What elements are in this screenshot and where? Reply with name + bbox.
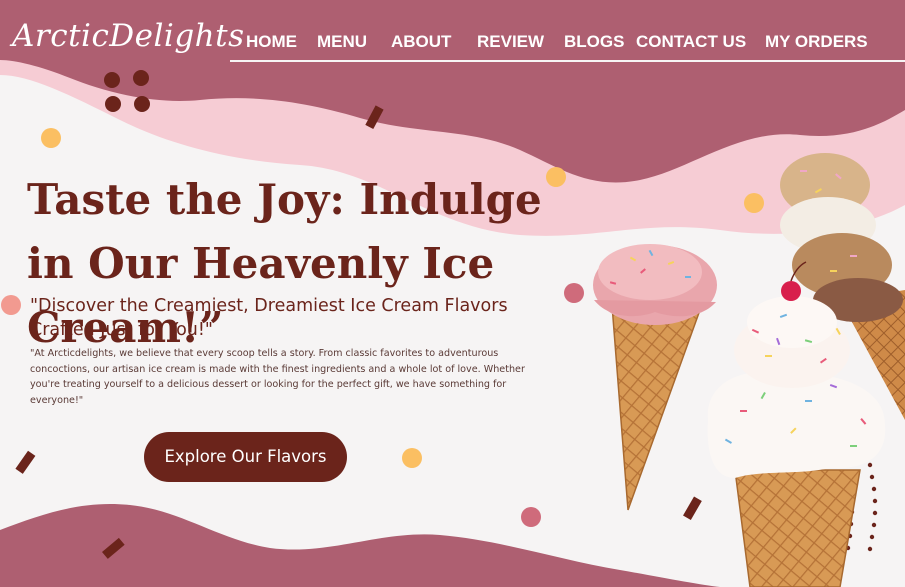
orange-dot	[41, 128, 61, 148]
hero-body-text: "At Arcticdelights, we believe that ever…	[30, 348, 525, 407]
rose-dot	[521, 507, 541, 527]
nav-review-link[interactable]: REVIEW	[477, 32, 544, 52]
nav-home-link[interactable]: HOME	[246, 32, 297, 52]
nav-about-link[interactable]: ABOUT	[391, 32, 451, 52]
nav-menu-link[interactable]: MENU	[317, 32, 367, 52]
orange-dot	[744, 193, 764, 213]
bottom-mauve-wave	[0, 504, 720, 587]
explore-flavors-button[interactable]: Explore Our Flavors	[144, 432, 347, 482]
salmon-dot	[1, 295, 21, 315]
orange-dot	[402, 448, 422, 468]
main-nav: HOME MENU ABOUT REVIEW BLOGS CONTACT US …	[0, 32, 905, 54]
ice-cream-cone-left-icon	[593, 244, 717, 511]
hero-subheadline: "Discover the Creamiest, Dreamiest Ice C…	[30, 296, 508, 340]
nav-underline	[230, 60, 905, 62]
nav-blogs-link[interactable]: BLOGS	[564, 32, 624, 52]
nav-my-orders-link[interactable]: MY ORDERS	[765, 32, 868, 52]
page: ArcticDelights HOME MENU ABOUT REVIEW BL…	[0, 0, 905, 587]
brown-dash	[15, 450, 36, 474]
nav-contact-link[interactable]: CONTACT US	[636, 32, 746, 52]
brown-dash	[683, 496, 702, 521]
